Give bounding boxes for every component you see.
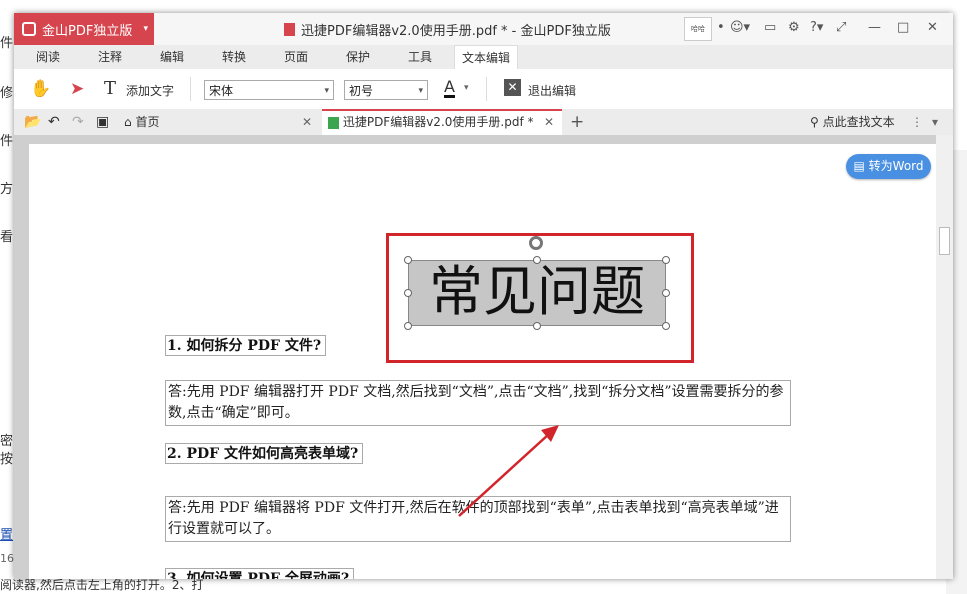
menu-bar: 阅读 注释 编辑 转换 页面 保护 工具 文本编辑 xyxy=(14,45,953,70)
toolbar: ✋ ➤ T 添加文字 宋体 ▾ 初号 ▾ A ▾ ✕ 退出编辑 xyxy=(14,69,953,110)
chevron-down-icon: ▾ xyxy=(418,86,423,96)
brand-label: 金山PDF独立版 xyxy=(42,23,133,39)
add-text-button[interactable]: 添加文字 xyxy=(126,82,174,99)
message-icon[interactable]: ▭ xyxy=(764,20,776,35)
bg-fragment: 看 xyxy=(0,230,14,245)
resize-handle[interactable] xyxy=(662,289,670,297)
app-logo-icon xyxy=(22,22,36,36)
resize-handle[interactable] xyxy=(533,322,541,330)
chevron-down-icon: ▾ xyxy=(143,24,148,34)
resize-handle[interactable] xyxy=(662,256,670,264)
rotate-handle-icon[interactable] xyxy=(529,236,543,250)
menu-tools[interactable]: 工具 xyxy=(398,45,442,69)
menu-text-edit[interactable]: 文本编辑 xyxy=(454,45,518,70)
font-select[interactable]: 宋体 ▾ xyxy=(204,80,334,100)
open-folder-icon[interactable]: 📂 xyxy=(24,109,41,135)
tab-bar: 📂 ↶ ↷ ▣ ⌂ 首页 ✕ 迅捷PDF编辑器v2.0使用手册.pdf * ✕ … xyxy=(14,109,953,136)
new-tab-button[interactable]: + xyxy=(570,109,584,135)
bg-fragment: 密 xyxy=(0,434,14,449)
divider xyxy=(486,77,487,101)
bg-fragment: 按 xyxy=(0,452,14,467)
document-viewport: 常见问题 1. 如何拆分 PDF 文件? 答:先用 PDF 编辑器打开 PDF … xyxy=(14,135,953,579)
vertical-scrollbar[interactable] xyxy=(936,135,953,579)
bg-fragment: 16 xyxy=(0,552,14,565)
fullscreen-icon[interactable]: ⤢ xyxy=(836,20,846,35)
resize-handle[interactable] xyxy=(404,289,412,297)
maximize-icon[interactable]: □ xyxy=(897,20,909,35)
exit-edit-icon[interactable]: ✕ xyxy=(504,79,521,96)
word-icon: ▤ xyxy=(853,159,865,173)
tab-home[interactable]: ⌂ 首页 ✕ xyxy=(124,109,320,135)
font-color-button[interactable]: A xyxy=(444,79,455,98)
window-title-text: 迅捷PDF编辑器v2.0使用手册.pdf * - 金山PDF独立版 xyxy=(301,24,611,39)
resize-handle[interactable] xyxy=(533,256,541,264)
resize-handle[interactable] xyxy=(662,322,670,330)
page-title[interactable]: 常见问题 xyxy=(408,260,666,326)
resize-handle[interactable] xyxy=(404,256,412,264)
pdf-page: 常见问题 1. 如何拆分 PDF 文件? 答:先用 PDF 编辑器打开 PDF … xyxy=(29,144,936,579)
annotation-arrow xyxy=(458,425,559,517)
chevron-down-icon[interactable]: ▾ xyxy=(464,83,469,93)
pdf-file-icon xyxy=(284,23,295,36)
font-select-value: 宋体 xyxy=(209,84,234,98)
help-icon[interactable]: ?▾ xyxy=(810,20,823,35)
divider xyxy=(190,77,191,101)
bg-fragment: 方 xyxy=(0,182,14,197)
redo-icon[interactable]: ↷ xyxy=(72,109,84,135)
skin-icon[interactable]: ☺▾ xyxy=(730,20,750,35)
home-icon: ⌂ xyxy=(124,115,132,129)
resize-handle[interactable] xyxy=(404,322,412,330)
menu-page[interactable]: 页面 xyxy=(274,45,318,69)
search-text-button[interactable]: ⚲ 点此查找文本 xyxy=(810,109,895,135)
search-icon: ⚲ xyxy=(810,115,819,129)
close-icon[interactable]: ✕ xyxy=(927,20,938,35)
close-tab-icon[interactable]: ✕ xyxy=(544,111,554,133)
avatar[interactable]: 哈哈 xyxy=(684,17,712,41)
menu-edit[interactable]: 编辑 xyxy=(150,45,194,69)
question-heading[interactable]: 1. 如何拆分 PDF 文件? xyxy=(165,335,327,356)
convert-to-word-label: 转为Word xyxy=(868,159,924,173)
bg-fragment: 件 xyxy=(0,36,14,51)
dot-icon: • xyxy=(717,20,725,35)
bg-fragment: 修 xyxy=(0,86,14,101)
window-title: 迅捷PDF编辑器v2.0使用手册.pdf * - 金山PDF独立版 xyxy=(284,20,611,39)
title-bar: 金山PDF独立版 ▾ 迅捷PDF编辑器v2.0使用手册.pdf * - 金山PD… xyxy=(14,13,953,45)
scrollbar-thumb[interactable] xyxy=(939,227,950,255)
question-heading[interactable]: 3. 如何设置 PDF 全屏动画? xyxy=(165,568,355,579)
font-size-select[interactable]: 初号 ▾ xyxy=(344,80,428,100)
menu-annotate[interactable]: 注释 xyxy=(88,45,132,69)
exit-edit-button[interactable]: 退出编辑 xyxy=(528,82,576,99)
gear-icon[interactable]: ⚙ xyxy=(788,20,800,35)
tab-home-label: 首页 xyxy=(135,115,160,129)
app-window: 金山PDF独立版 ▾ 迅捷PDF编辑器v2.0使用手册.pdf * - 金山PD… xyxy=(14,13,953,579)
convert-to-word-button[interactable]: ▤ 转为Word xyxy=(846,154,931,179)
close-tab-icon[interactable]: ✕ xyxy=(302,109,312,135)
question-heading[interactable]: 2. PDF 文件如何高亮表单域? xyxy=(165,443,364,464)
menu-convert[interactable]: 转换 xyxy=(212,45,256,69)
hand-icon[interactable]: ✋ xyxy=(30,79,51,99)
save-icon[interactable]: ▣ xyxy=(96,109,109,135)
text-tool-icon[interactable]: T xyxy=(104,78,116,99)
undo-icon[interactable]: ↶ xyxy=(48,109,60,135)
font-size-select-value: 初号 xyxy=(349,84,374,98)
pin-icon[interactable]: ▾ xyxy=(932,109,938,135)
tab-document-label: 迅捷PDF编辑器v2.0使用手册.pdf * xyxy=(342,115,534,129)
bg-fragment: 件 xyxy=(0,134,14,149)
pdf-edit-icon xyxy=(328,116,339,129)
cursor-icon[interactable]: ➤ xyxy=(70,79,84,99)
menu-protect[interactable]: 保护 xyxy=(336,45,380,69)
brand-menu-button[interactable]: 金山PDF独立版 ▾ xyxy=(14,13,154,45)
chevron-down-icon: ▾ xyxy=(324,86,329,96)
tab-document[interactable]: 迅捷PDF编辑器v2.0使用手册.pdf * ✕ xyxy=(322,109,562,135)
minimize-icon[interactable]: — xyxy=(868,20,881,35)
bg-link[interactable]: 置 xyxy=(0,524,13,543)
search-text-label: 点此查找文本 xyxy=(822,115,895,129)
more-icon[interactable]: ⋮ xyxy=(911,109,923,135)
menu-read[interactable]: 阅读 xyxy=(26,45,70,69)
